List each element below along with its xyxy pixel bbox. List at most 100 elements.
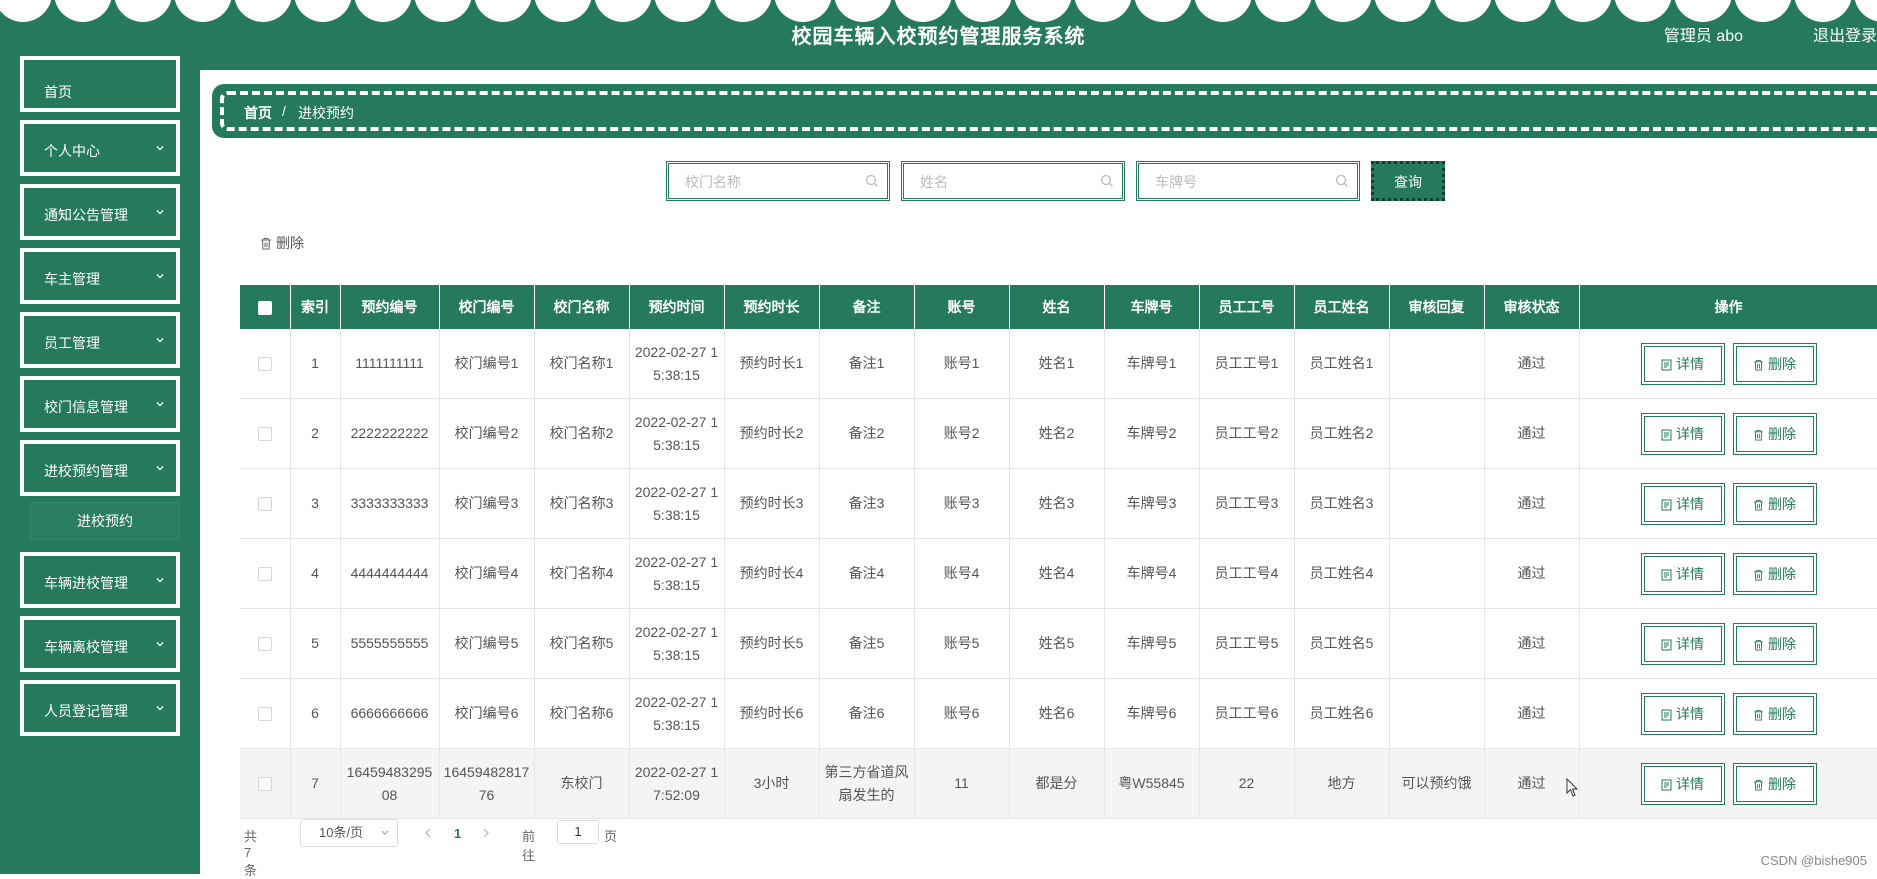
sidebar-item-gate-info[interactable]: 校门信息管理 <box>20 376 180 432</box>
detail-button[interactable]: 详情 <box>1640 482 1725 525</box>
cell-booking-no: 4444444444 <box>340 538 440 609</box>
plate-input[interactable] <box>1153 170 1327 194</box>
sidebar-item-vehicle-leave[interactable]: 车辆离校管理 <box>20 616 180 672</box>
row-checkbox[interactable] <box>257 707 272 722</box>
sidebar-item-label: 通知公告管理 <box>44 207 128 223</box>
goto-prefix: 前往 <box>522 829 536 863</box>
row-checkbox[interactable] <box>257 427 272 442</box>
logout-button[interactable]: 退出登录 <box>1813 22 1877 46</box>
watermark: CSDN @bishe905 <box>1760 853 1867 868</box>
breadcrumb-border <box>220 91 1877 131</box>
cell-remark: 备注4 <box>819 538 915 609</box>
table-row[interactable]: 4 4444444444 校门编号4 校门名称4 2022-02-27 15:38:15… <box>240 538 1877 609</box>
select-all-checkbox[interactable] <box>257 301 272 316</box>
delete-button[interactable]: 删除 <box>1732 412 1817 455</box>
cell-name: 姓名4 <box>1009 538 1105 609</box>
sidebar-item-booking[interactable]: 进校预约管理 <box>20 440 180 496</box>
breadcrumb-home[interactable]: 首页 <box>244 103 272 123</box>
cell-status: 通过 <box>1484 398 1580 469</box>
table-row[interactable]: 2 2222222222 校门编号2 校门名称2 2022-02-27 15:38:15… <box>240 398 1877 469</box>
query-button[interactable]: 查询 <box>1371 161 1445 201</box>
cell-gate-no: 校门编号1 <box>439 329 535 399</box>
submenu-item-booking[interactable]: 进校预约 <box>30 502 180 540</box>
row-select-cell <box>240 329 291 399</box>
delete-label: 删除 <box>1768 705 1796 722</box>
delete-button[interactable]: 删除 <box>1732 622 1817 665</box>
header-scallop <box>834 0 892 22</box>
row-checkbox[interactable] <box>257 357 272 372</box>
delete-button[interactable]: 删除 <box>1732 342 1817 385</box>
cell-staff-name: 地方 <box>1294 748 1390 819</box>
cell-booking-no: 2222222222 <box>340 398 440 469</box>
delete-label: 删除 <box>1768 635 1796 652</box>
cell-gate-no: 校门编号4 <box>439 538 535 609</box>
document-icon <box>1661 569 1672 580</box>
sidebar-item-personal-center[interactable]: 个人中心 <box>20 120 180 176</box>
delete-button[interactable]: 删除 <box>1732 692 1817 735</box>
delete-button[interactable]: 删除 <box>1732 762 1817 805</box>
delete-button[interactable]: 删除 <box>1732 482 1817 525</box>
cell-staff-no: 员工工号2 <box>1199 398 1295 469</box>
actions-cell: 详情 删除 <box>1579 748 1877 819</box>
cell-status: 通过 <box>1484 678 1580 749</box>
cell-time: 2022-02-27 15:38:15 <box>629 329 725 399</box>
row-checkbox[interactable] <box>257 777 272 792</box>
detail-button[interactable]: 详情 <box>1640 762 1725 805</box>
trash-icon <box>1753 569 1764 580</box>
cell-gate-name: 校门名称6 <box>534 678 630 749</box>
sidebar-item-label: 车辆离校管理 <box>44 639 128 655</box>
cell-name: 姓名3 <box>1009 468 1105 539</box>
sidebar-item-home[interactable]: 首页 <box>20 56 180 112</box>
detail-button[interactable]: 详情 <box>1640 622 1725 665</box>
table-row[interactable]: 6 6666666666 校门编号6 校门名称6 2022-02-27 15:38:15… <box>240 678 1877 749</box>
page-size-select[interactable]: 10条/页 <box>300 819 398 847</box>
row-checkbox[interactable] <box>257 497 272 512</box>
cell-staff-name: 员工姓名1 <box>1294 329 1390 399</box>
search-icon <box>1100 174 1113 187</box>
chevron-down-icon <box>156 337 164 343</box>
trash-icon <box>1753 429 1764 440</box>
cell-gate-name: 东校门 <box>534 748 630 819</box>
sidebar-item-staff[interactable]: 员工管理 <box>20 312 180 368</box>
table-row[interactable]: 7 1645948329508 1645948281776 东校门 2022-02-27… <box>240 748 1877 819</box>
delete-button[interactable]: 删除 <box>1732 552 1817 595</box>
cell-remark: 备注1 <box>819 329 915 399</box>
cell-plate: 粤W55845 <box>1104 748 1200 819</box>
row-checkbox[interactable] <box>257 567 272 582</box>
detail-button[interactable]: 详情 <box>1640 342 1725 385</box>
detail-button[interactable]: 详情 <box>1640 552 1725 595</box>
sidebar-item-vehicle-enter[interactable]: 车辆进校管理 <box>20 552 180 608</box>
chevron-right-icon[interactable] <box>482 828 490 838</box>
detail-button[interactable]: 详情 <box>1640 692 1725 735</box>
document-icon <box>1661 639 1672 650</box>
sidebar-item-owner[interactable]: 车主管理 <box>20 248 180 304</box>
column-header: 车牌号 <box>1104 285 1200 329</box>
header-scallop <box>534 0 592 22</box>
sidebar-item-notice[interactable]: 通知公告管理 <box>20 184 180 240</box>
sidebar-item-label: 车主管理 <box>44 271 100 287</box>
page-size-value: 10条/页 <box>319 825 364 840</box>
sidebar-item-person-register[interactable]: 人员登记管理 <box>20 680 180 736</box>
sidebar-item-label: 首页 <box>44 84 72 100</box>
row-checkbox[interactable] <box>257 637 272 652</box>
column-header: 预约时间 <box>629 285 725 329</box>
name-input[interactable] <box>918 170 1092 194</box>
cell-staff-name: 员工姓名3 <box>1294 468 1390 539</box>
gate-name-input[interactable] <box>683 170 857 194</box>
pagination-total: 共 7 条 <box>244 829 258 878</box>
chevron-down-icon <box>156 641 164 647</box>
goto-page-input[interactable]: 1 <box>557 820 599 844</box>
table-row[interactable]: 1 1111111111 校门编号1 校门名称1 2022-02-27 15:38:15… <box>240 329 1877 399</box>
table-row[interactable]: 5 5555555555 校门编号5 校门名称5 2022-02-27 15:38:15… <box>240 608 1877 679</box>
chevron-left-icon[interactable] <box>424 828 432 838</box>
table-row[interactable]: 3 3333333333 校门编号3 校门名称3 2022-02-27 15:38:15… <box>240 468 1877 539</box>
bulk-delete-button[interactable]: 删除 <box>260 233 304 253</box>
cell-plate: 车牌号6 <box>1104 678 1200 749</box>
detail-button[interactable]: 详情 <box>1640 412 1725 455</box>
cell-time: 2022-02-27 15:38:15 <box>629 398 725 469</box>
cell-reply: 可以预约饿 <box>1389 748 1485 819</box>
actions-cell: 详情 删除 <box>1579 329 1877 399</box>
plate-search <box>1136 161 1360 201</box>
current-page-number[interactable]: 1 <box>454 826 461 841</box>
current-user: 管理员 abo <box>1663 28 1743 45</box>
